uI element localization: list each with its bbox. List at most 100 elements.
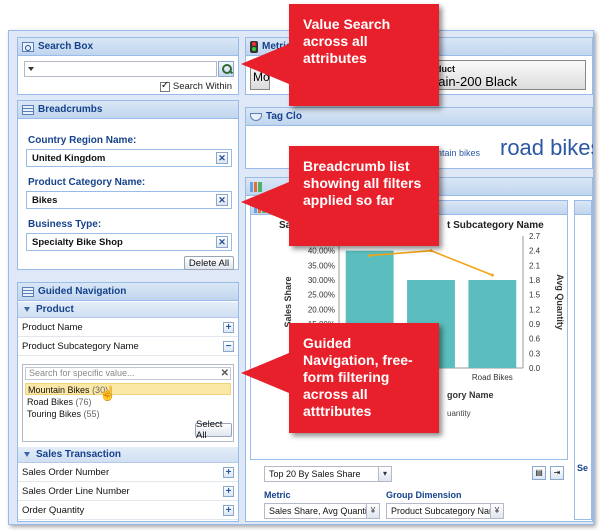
option-count: (55) — [83, 409, 100, 419]
y-tick-label: 40.00% — [308, 247, 335, 256]
group-dimension-label: Group Dimension — [386, 490, 462, 500]
bar-road-bikes — [468, 280, 517, 368]
callout-arrow — [241, 353, 289, 393]
breadcrumb-label: Country Region Name: — [28, 135, 137, 146]
y-axis-label: Sales Share — [283, 276, 293, 327]
search-within-checkbox[interactable] — [159, 80, 170, 92]
attribute-product-subcategory[interactable]: Product Subcategory Name − — [18, 338, 238, 356]
select-arrow-icon[interactable]: ¥ — [366, 504, 379, 518]
attribute-order-quantity[interactable]: Order Quantity + — [18, 502, 238, 520]
expand-plus-icon[interactable]: + — [223, 322, 234, 333]
attribute-sales-order-line-number[interactable]: Sales Order Line Number + — [18, 483, 238, 501]
hand-cursor-icon: ☝ — [99, 385, 117, 401]
select-all-button[interactable]: Select All — [195, 419, 232, 441]
callout-arrow — [241, 182, 289, 222]
secondary-portlet: Se — [574, 200, 592, 520]
remove-filter-icon[interactable]: ✕ — [216, 236, 228, 248]
search-within-option[interactable]: Search Within — [159, 80, 232, 92]
section-sales-transaction[interactable]: Sales Transaction — [18, 447, 238, 463]
remove-filter-icon[interactable]: ✕ — [216, 194, 228, 206]
x-tick-label: Road Bikes — [472, 373, 513, 382]
option-name: Road Bikes — [27, 397, 74, 407]
expand-plus-icon[interactable]: + — [223, 486, 234, 497]
select-arrow-icon[interactable]: ▾ — [378, 467, 391, 481]
attribute-product-name[interactable]: Product Name + — [18, 319, 238, 337]
breadcrumb-item: United Kingdom ✕ — [26, 149, 232, 167]
metric-select-value: Sales Share, Avg Quantity — [269, 506, 374, 516]
filter-option[interactable]: Mountain Bikes (30) — [25, 383, 231, 395]
select-arrow-icon[interactable]: ¥ — [490, 504, 503, 518]
y-tick-label: 35.00% — [308, 261, 335, 270]
breadcrumbs-title: Breadcrumbs — [38, 104, 103, 115]
y2-axis-label: Avg Quantity — [555, 274, 565, 330]
attribute-label: Order Quantity — [22, 505, 85, 516]
delete-all-button[interactable]: Delete All — [184, 256, 234, 270]
chart-controls: Top 20 By Sales Share ▾ ▤ ⇥ — [250, 464, 568, 484]
y2-tick-label: 0.6 — [529, 335, 541, 344]
y2-tick-label: 0.0 — [529, 364, 541, 373]
export-icon[interactable]: ⇥ — [550, 466, 564, 480]
filter-option[interactable]: Road Bikes (76) — [25, 396, 231, 408]
avg-quantity-point — [490, 273, 494, 277]
expand-plus-icon[interactable]: + — [223, 505, 234, 516]
option-count: (76) — [75, 397, 92, 407]
tag-cloud-title: Tag Clo — [266, 111, 302, 122]
breadcrumb-value: Specialty Bike Shop — [32, 237, 123, 248]
breadcrumb-item: Bikes ✕ — [26, 191, 232, 209]
chart-title-right: t Subcategory Name — [447, 220, 544, 231]
attribute-label: Sales Order Line Number — [22, 486, 130, 497]
expand-plus-icon[interactable]: + — [223, 467, 234, 478]
x-axis-label: gory Name — [447, 390, 494, 400]
y-tick-label: 25.00% — [308, 291, 335, 300]
breadcrumb-label: Business Type: — [28, 219, 102, 230]
attribute-sales-order-number[interactable]: Sales Order Number + — [18, 464, 238, 482]
secondary-label: Se — [577, 463, 589, 473]
callout-text: Guided Navigation, free-form filtering a… — [303, 335, 413, 419]
tag-link[interactable]: untain bikes — [432, 148, 480, 158]
group-dimension-select[interactable]: Product Subcategory Name ¥ — [386, 503, 504, 519]
value-search-input[interactable] — [24, 61, 217, 77]
y2-tick-label: 1.5 — [529, 291, 541, 300]
tag-link[interactable]: road bikes — [500, 135, 593, 161]
clear-filter-icon[interactable]: ✕ — [221, 368, 229, 379]
search-button[interactable] — [218, 61, 234, 77]
breadcrumbs-panel-icon — [22, 104, 34, 115]
top-n-select[interactable]: Top 20 By Sales Share ▾ — [264, 466, 392, 482]
breadcrumb-value: Bikes — [32, 195, 58, 206]
value-filter-list: Search for specific value... ✕ Mountain … — [22, 364, 234, 442]
metric-select[interactable]: Sales Share, Avg Quantity ¥ — [264, 503, 380, 519]
section-sales-label: Sales Transaction — [36, 449, 122, 460]
callout-arrow — [241, 44, 289, 84]
y2-tick-label: 1.8 — [529, 276, 541, 285]
secondary-portlet-header — [575, 201, 591, 215]
guided-navigation-title: Guided Navigation — [38, 286, 127, 297]
y2-tick-label: 2.7 — [529, 232, 541, 241]
y-tick-label: 30.00% — [308, 276, 335, 285]
callout-text: Breadcrumb list showing all filters appl… — [303, 158, 422, 208]
y2-tick-label: 2.4 — [529, 247, 541, 256]
callout-text: Value Search across all attributes — [303, 16, 391, 66]
collapse-arrow-icon[interactable] — [24, 452, 30, 457]
breadcrumb-label: Product Category Name: — [28, 177, 146, 188]
section-product[interactable]: Product — [18, 302, 238, 318]
option-name: Mountain Bikes — [28, 385, 90, 395]
y-tick-label: 20.00% — [308, 305, 335, 314]
group-dimension-value: Product Subcategory Name — [391, 506, 502, 516]
value-filter-input[interactable]: Search for specific value... — [25, 367, 231, 380]
breadcrumb-item: Specialty Bike Shop ✕ — [26, 233, 232, 251]
y2-tick-label: 2.1 — [529, 261, 541, 270]
dropdown-arrow-icon[interactable] — [28, 67, 34, 71]
avg-quantity-point — [368, 254, 372, 258]
callout-breadcrumbs: Breadcrumb list showing all filters appl… — [241, 146, 439, 246]
option-name: Touring Bikes — [27, 409, 82, 419]
remove-filter-icon[interactable]: ✕ — [216, 152, 228, 164]
search-row — [24, 61, 234, 77]
collapse-minus-icon[interactable]: − — [223, 341, 234, 352]
tag-cloud-header: Tag Clo — [246, 108, 592, 126]
search-panel-icon — [22, 41, 34, 52]
collapse-arrow-icon[interactable] — [24, 307, 30, 312]
avg-quantity-point — [429, 249, 433, 253]
attribute-label: Sales Order Number — [22, 467, 110, 478]
print-icon[interactable]: ▤ — [532, 466, 546, 480]
search-box-header: Search Box — [18, 38, 238, 56]
